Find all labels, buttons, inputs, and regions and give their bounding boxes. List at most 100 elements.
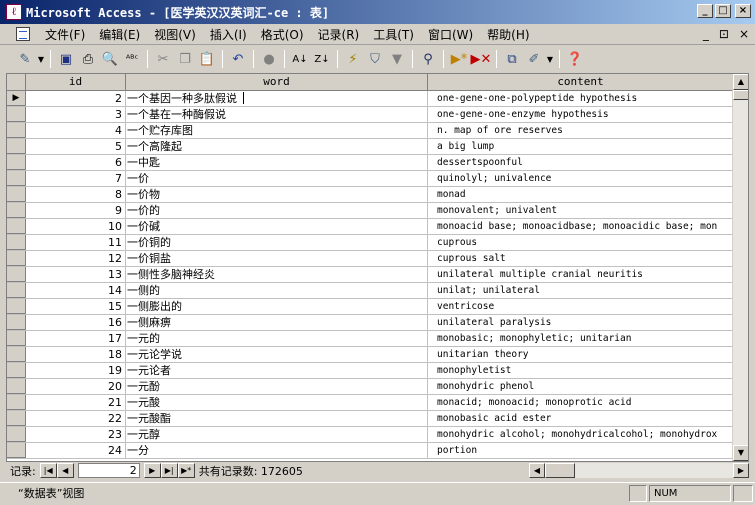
table-row[interactable]: 10 一价碱 monoacid base; monoacidbase; monoac… [7,219,734,235]
cell-id[interactable]: 4 [26,123,126,138]
copy-icon[interactable]: ❐ [174,49,196,69]
record-selector[interactable] [7,203,26,218]
cell-word[interactable]: 一价铜盐 [126,251,428,266]
column-header-word[interactable]: word [126,74,428,90]
last-record-button[interactable]: ▶| [160,463,178,478]
cell-id[interactable]: 8 [26,187,126,202]
cell-content[interactable]: monobasic; monophyletic; unitarian [428,331,734,346]
record-selector[interactable] [7,347,26,362]
print-preview-icon[interactable]: 🔍 [99,49,121,69]
scroll-left-button[interactable]: ◀ [529,463,545,478]
table-row[interactable]: 5 一个高隆起 a big lump [7,139,734,155]
menu-window[interactable]: 窗口(W) [421,26,480,43]
view-dropdown-icon[interactable]: ▼ [36,49,46,69]
cell-content[interactable]: unilateral multiple cranial neuritis [428,267,734,282]
cell-content[interactable]: unilateral paralysis [428,315,734,330]
menu-file[interactable]: 文件(F) [38,26,92,43]
cell-word[interactable]: 一个高隆起 [126,139,428,154]
find-icon[interactable]: ⚲ [417,49,439,69]
cell-word[interactable]: 一侧膨出的 [126,299,428,314]
menu-insert[interactable]: 插入(I) [203,26,254,43]
cell-id[interactable]: 23 [26,427,126,442]
cell-word[interactable]: 一元酸 [126,395,428,410]
table-row[interactable]: 13 一侧性多脑神经炎 unilateral multiple cranial ne… [7,267,734,283]
cell-word[interactable]: 一侧性多脑神经炎 [126,267,428,282]
cell-id[interactable]: 9 [26,203,126,218]
print-icon[interactable]: ⎙ [77,49,99,69]
record-selector[interactable] [7,395,26,410]
menu-edit[interactable]: 编辑(E) [92,26,147,43]
cell-content[interactable]: a big lump [428,139,734,154]
minimize-button[interactable]: _ [697,4,713,18]
cell-id[interactable]: 14 [26,283,126,298]
hyperlink-icon[interactable]: ● [258,49,280,69]
vertical-scrollbar[interactable]: ▲ ▼ [732,74,748,461]
cell-id[interactable]: 12 [26,251,126,266]
new-object-dropdown-icon[interactable]: ▼ [545,49,555,69]
cell-content[interactable]: unilat; unilateral [428,283,734,298]
table-row[interactable]: 4 一个贮存库图 n. map of ore reserves [7,123,734,139]
cell-word[interactable]: 一元论学说 [126,347,428,362]
cell-id[interactable]: 21 [26,395,126,410]
cell-id[interactable]: 11 [26,235,126,250]
record-selector[interactable] [7,155,26,170]
cell-word[interactable]: 一个基因一种多肽假说 [126,91,428,106]
cell-word[interactable]: 一元酚 [126,379,428,394]
table-row[interactable]: 22 一元酸酯 monobasic acid ester [7,411,734,427]
record-selector[interactable] [7,107,26,122]
table-row[interactable]: 17 一元的 monobasic; monophyletic; unitarian [7,331,734,347]
record-selector[interactable] [7,171,26,186]
maximize-button[interactable]: □ [715,4,731,18]
current-record-field[interactable]: 2 [77,463,140,478]
new-record-icon[interactable]: ▶* [448,49,470,69]
cell-content[interactable]: quinolyl; univalence [428,171,734,186]
scroll-thumb[interactable] [733,90,748,100]
table-row[interactable]: 7 一价 quinolyl; univalence [7,171,734,187]
menu-view[interactable]: 视图(V) [147,26,203,43]
cell-word[interactable]: 一元醇 [126,427,428,442]
table-document-icon[interactable] [16,27,30,41]
table-row[interactable]: 15 一侧膨出的 ventricose [7,299,734,315]
design-view-icon[interactable]: ✎ [14,49,36,69]
column-header-content[interactable]: content [428,74,734,90]
cell-id[interactable]: 24 [26,443,126,458]
mdi-restore-button[interactable]: ⊡ [719,27,729,41]
mdi-close-button[interactable]: × [739,27,749,41]
menu-format[interactable]: 格式(O) [254,26,311,43]
record-selector[interactable] [7,187,26,202]
cell-word[interactable]: 一元的 [126,331,428,346]
record-selector[interactable] [7,315,26,330]
cell-id[interactable]: 2 [26,91,126,106]
cell-content[interactable]: one-gene-one-enzyme hypothesis [428,107,734,122]
select-all-corner[interactable] [7,74,26,90]
cell-content[interactable]: monovalent; univalent [428,203,734,218]
save-icon[interactable]: ▣ [55,49,77,69]
filter-by-selection-icon[interactable]: ⚡ [342,49,364,69]
cell-id[interactable]: 22 [26,411,126,426]
table-row[interactable]: 3 一个基在一种酶假说 one-gene-one-enzyme hypothesis [7,107,734,123]
record-selector[interactable] [7,267,26,282]
table-row[interactable]: 24 一分 portion [7,443,734,459]
cell-content[interactable]: monoacid base; monoacidbase; monoacidic … [428,219,734,234]
record-selector[interactable] [7,363,26,378]
delete-record-icon[interactable]: ▶✕ [470,49,492,69]
record-selector[interactable]: ▶ [7,91,26,106]
record-selector[interactable] [7,251,26,266]
horizontal-scrollbar[interactable]: ◀ ▶ [529,463,749,478]
cell-id[interactable]: 10 [26,219,126,234]
cell-id[interactable]: 16 [26,315,126,330]
cell-id[interactable]: 7 [26,171,126,186]
new-record-nav-button[interactable]: ▶* [177,463,195,478]
cell-word[interactable]: 一个基在一种酶假说 [126,107,428,122]
sort-descending-icon[interactable]: Z↓ [311,49,333,69]
record-selector[interactable] [7,299,26,314]
undo-icon[interactable]: ↶ [227,49,249,69]
table-row[interactable]: ▶ 2 一个基因一种多肽假说 one-gene-one-polypeptide hyp… [7,91,734,107]
cell-content[interactable]: monohydric alcohol; monohydricalcohol; m… [428,427,734,442]
record-selector[interactable] [7,331,26,346]
cell-word[interactable]: 一侧的 [126,283,428,298]
menu-records[interactable]: 记录(R) [311,26,367,43]
cell-id[interactable]: 20 [26,379,126,394]
table-row[interactable]: 12 一价铜盐 cuprous salt [7,251,734,267]
cell-word[interactable]: 一中匙 [126,155,428,170]
